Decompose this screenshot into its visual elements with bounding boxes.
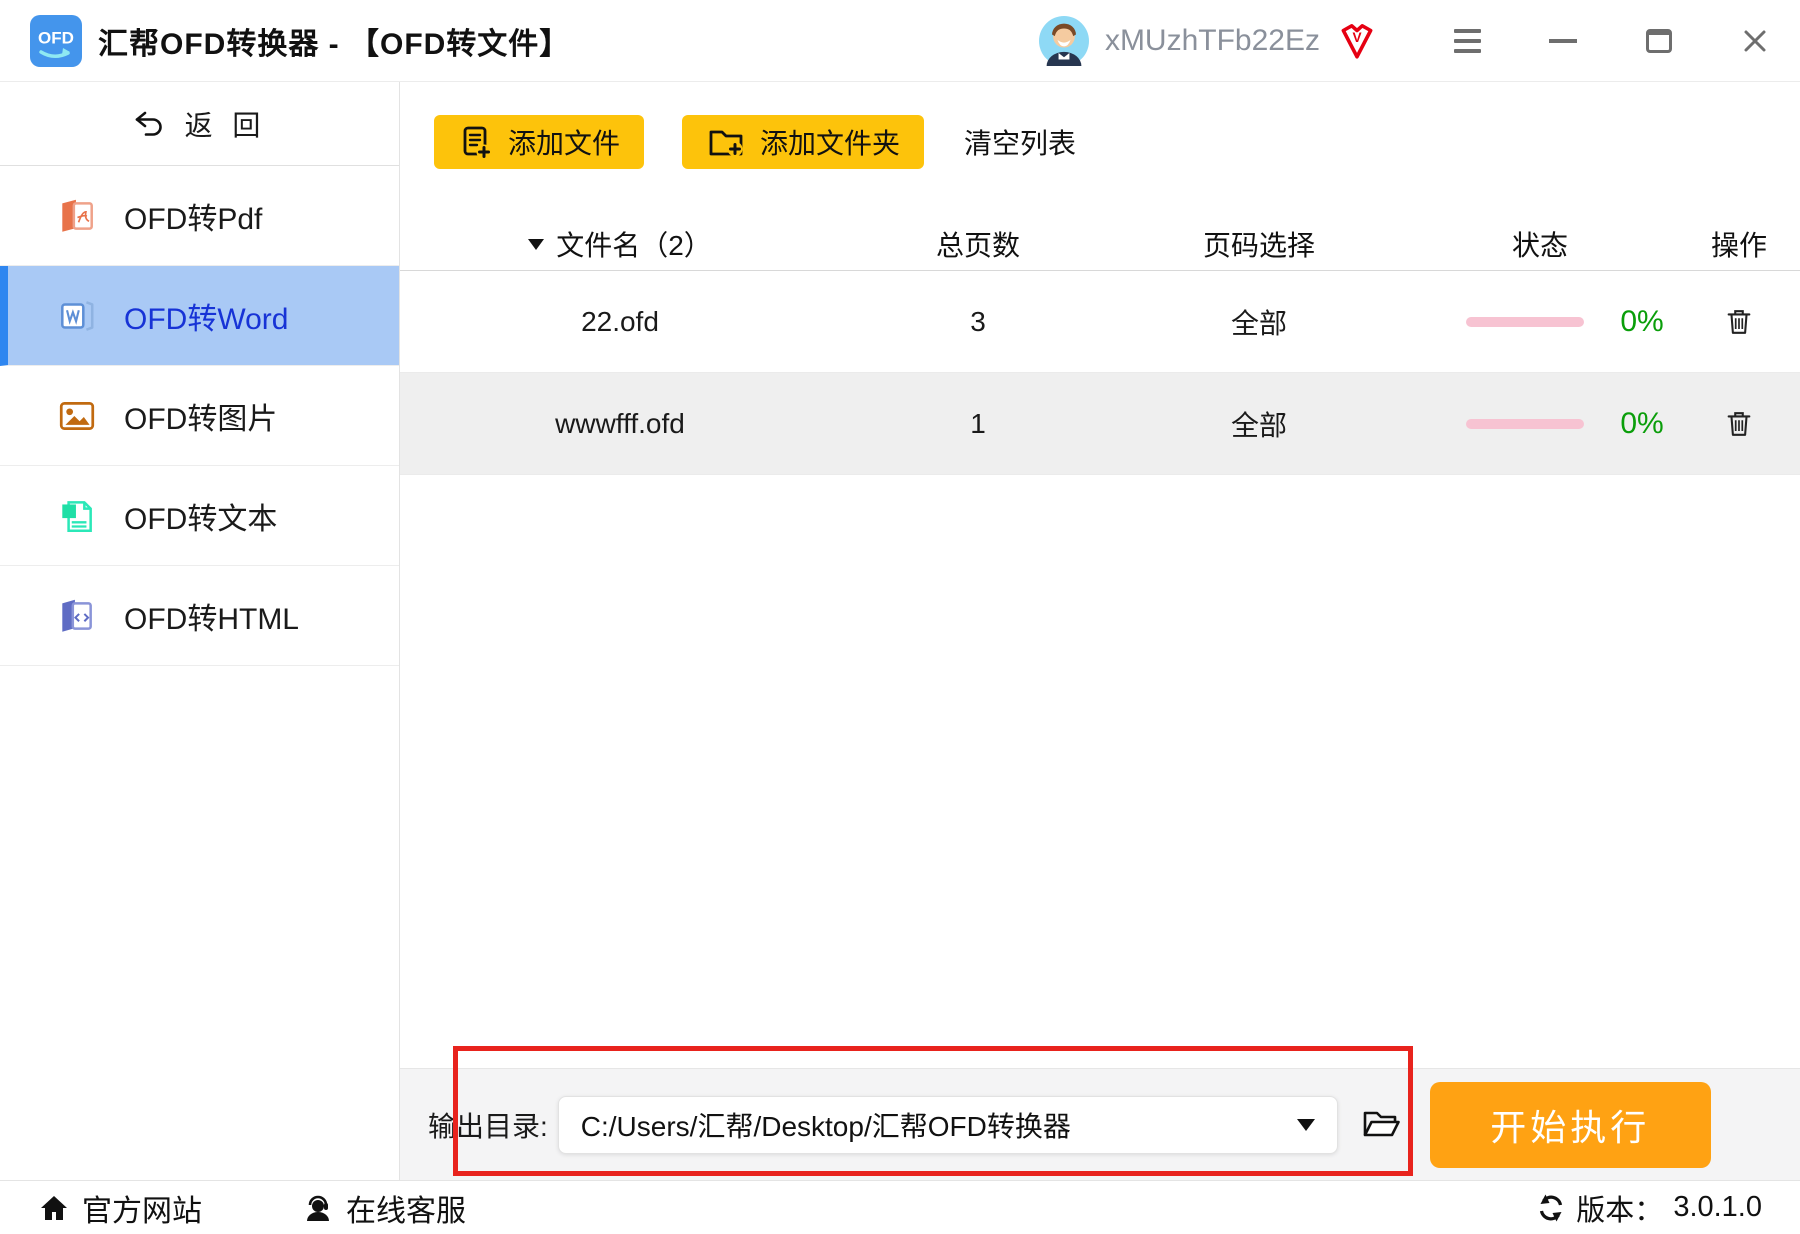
table-row[interactable]: wwwfff.ofd 1 全部 0% xyxy=(400,373,1800,475)
output-dir-label: 输出目录: xyxy=(428,1110,548,1142)
html-icon xyxy=(56,595,98,637)
sidebar-item-label: OFD转HTML xyxy=(124,602,299,636)
file-table-header: 文件名（2） 总页数 页码选择 状态 操作 xyxy=(400,218,1800,271)
progress-percent: 0% xyxy=(1620,406,1664,440)
minimize-button[interactable] xyxy=(1548,26,1578,56)
trash-icon xyxy=(1727,411,1751,436)
cell-page-select[interactable]: 全部 xyxy=(1116,302,1402,342)
column-header-page-select: 页码选择 xyxy=(1202,230,1315,261)
text-file-icon xyxy=(56,495,98,537)
sidebar-item-label: OFD转文本 xyxy=(124,502,278,536)
back-button[interactable]: 返 回 xyxy=(0,82,399,166)
pdf-icon xyxy=(56,195,98,237)
output-dir-path: C:/Users/汇帮/Desktop/汇帮OFD转换器 xyxy=(580,1110,1071,1142)
cell-pages: 3 xyxy=(970,305,986,337)
column-header-action: 操作 xyxy=(1710,230,1767,261)
trash-icon xyxy=(1727,309,1751,334)
app-logo-icon: OFD xyxy=(30,14,82,67)
column-header-filename[interactable]: 文件名（2） xyxy=(400,224,840,264)
official-website-link[interactable]: 官方网站 xyxy=(38,1186,202,1230)
svg-text:OFD: OFD xyxy=(38,28,74,47)
column-header-pages: 总页数 xyxy=(935,230,1020,261)
version-info: 版本： 3.0.1.0 xyxy=(1536,1187,1762,1229)
sidebar: 返 回 OFD转Pdf OFD转Word OFD转图片 OFD转文本 OFD转H… xyxy=(0,82,400,1180)
cell-status: 0% xyxy=(1402,305,1678,339)
sidebar-item-label: OFD转Pdf xyxy=(124,202,263,236)
sidebar-item-ofd-to-image[interactable]: OFD转图片 xyxy=(0,366,399,466)
output-bar: 输出目录: C:/Users/汇帮/Desktop/汇帮OFD转换器 开始执行 xyxy=(400,1068,1800,1180)
sidebar-item-label: OFD转Word xyxy=(124,302,289,336)
cell-action xyxy=(1678,404,1800,444)
table-row[interactable]: 22.ofd 3 全部 0% xyxy=(400,271,1800,373)
progress-percent: 0% xyxy=(1620,304,1664,338)
delete-row-button[interactable] xyxy=(1719,404,1759,444)
refresh-icon[interactable] xyxy=(1536,1193,1566,1223)
image-icon xyxy=(56,395,98,437)
delete-row-button[interactable] xyxy=(1719,302,1759,342)
cell-filename: wwwfff.ofd xyxy=(555,407,685,439)
output-dir-select[interactable]: C:/Users/汇帮/Desktop/汇帮OFD转换器 xyxy=(557,1095,1338,1154)
titlebar-left: OFD 汇帮OFD转换器 - 【OFD转文件】 xyxy=(30,14,571,67)
menu-icon[interactable] xyxy=(1452,26,1482,56)
sidebar-item-ofd-to-word[interactable]: OFD转Word xyxy=(0,266,399,366)
maximize-button[interactable] xyxy=(1644,26,1674,56)
online-support-link[interactable]: 在线客服 xyxy=(302,1186,466,1230)
dropdown-caret-icon xyxy=(1296,1118,1315,1131)
footer: 官方网站 在线客服 版本： 3.0.1.0 xyxy=(0,1180,1800,1234)
window-controls xyxy=(1452,26,1770,56)
version-number: 3.0.1.0 xyxy=(1673,1191,1762,1223)
add-file-button[interactable]: 添加文件 xyxy=(434,115,645,169)
titlebar: OFD 汇帮OFD转换器 - 【OFD转文件】 xMUzhTFb22Ez V xyxy=(0,0,1800,82)
cell-pages: 1 xyxy=(970,407,986,439)
titlebar-right: xMUzhTFb22Ez V xyxy=(1038,15,1770,66)
sidebar-item-label: OFD转图片 xyxy=(124,402,278,436)
browse-folder-button[interactable] xyxy=(1360,1107,1402,1143)
start-button[interactable]: 开始执行 xyxy=(1429,1081,1711,1168)
toolbar: 添加文件 添加文件夹 清空列表 xyxy=(400,115,1800,169)
add-file-label: 添加文件 xyxy=(508,128,621,159)
window-title: 汇帮OFD转换器 - 【OFD转文件】 xyxy=(98,27,571,61)
add-folder-icon xyxy=(706,124,746,160)
add-folder-label: 添加文件夹 xyxy=(760,128,901,159)
user-avatar[interactable] xyxy=(1038,15,1089,66)
svg-text:V: V xyxy=(1352,29,1361,44)
sidebar-item-ofd-to-text[interactable]: OFD转文本 xyxy=(0,466,399,566)
sort-desc-icon xyxy=(528,238,545,250)
add-folder-button[interactable]: 添加文件夹 xyxy=(682,115,925,169)
cell-status: 0% xyxy=(1402,407,1678,441)
word-icon xyxy=(56,295,98,337)
sidebar-item-ofd-to-html[interactable]: OFD转HTML xyxy=(0,566,399,666)
cell-filename: 22.ofd xyxy=(581,305,659,337)
vip-badge-icon[interactable]: V xyxy=(1336,20,1378,62)
close-button[interactable] xyxy=(1740,26,1770,56)
version-label: 版本： xyxy=(1576,1194,1664,1227)
username-label[interactable]: xMUzhTFb22Ez xyxy=(1105,24,1320,58)
main-panel: 添加文件 添加文件夹 清空列表 文件名（2） 总页数 页码选择 状态 操作 22… xyxy=(400,82,1800,1180)
column-header-status: 状态 xyxy=(1511,230,1568,261)
home-icon xyxy=(38,1193,70,1223)
cell-page-select[interactable]: 全部 xyxy=(1116,404,1402,444)
progress-bar xyxy=(1466,418,1585,429)
add-file-icon xyxy=(458,124,494,160)
clear-list-button[interactable]: 清空列表 xyxy=(964,122,1076,162)
cell-action xyxy=(1678,302,1800,342)
sidebar-item-ofd-to-pdf[interactable]: OFD转Pdf xyxy=(0,166,399,266)
headset-person-icon xyxy=(302,1192,334,1224)
back-label: 返 回 xyxy=(184,109,267,141)
progress-bar xyxy=(1466,316,1585,327)
back-arrow-icon xyxy=(133,110,165,138)
open-folder-icon xyxy=(1363,1111,1400,1136)
